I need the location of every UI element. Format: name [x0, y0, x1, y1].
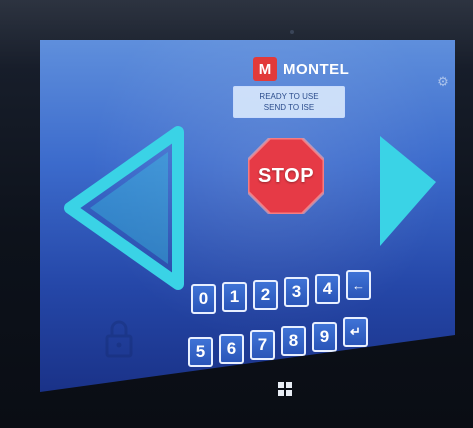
key-1[interactable]: 1: [222, 282, 247, 312]
status-line-1: READY TO USE: [259, 92, 319, 101]
key-2[interactable]: 2: [253, 280, 278, 310]
right-arrow-button[interactable]: [380, 136, 436, 246]
stop-label: STOP: [257, 164, 315, 187]
brand-logo-icon: M: [253, 57, 277, 81]
camera-lens: [290, 30, 294, 34]
windows-logo-icon[interactable]: [278, 382, 292, 396]
brand-name: MONTEL: [283, 60, 350, 78]
key-5[interactable]: 5: [188, 337, 213, 367]
key-7[interactable]: 7: [250, 330, 275, 360]
lock-icon[interactable]: [104, 318, 134, 358]
key-6[interactable]: 6: [219, 334, 244, 364]
status-display: READY TO USE SEND TO ISE: [233, 86, 345, 118]
key-3[interactable]: 3: [284, 277, 309, 307]
status-line-2: SEND TO ISE: [263, 103, 315, 112]
brand-header: M MONTEL: [253, 56, 349, 82]
key-4[interactable]: 4: [315, 274, 340, 304]
enter-key[interactable]: ↵: [343, 317, 368, 347]
gear-icon[interactable]: ⚙: [436, 76, 450, 90]
touch-screen: M MONTEL READY TO USE SEND TO ISE ⚙ STOP…: [40, 40, 455, 392]
stop-button[interactable]: STOP: [248, 138, 324, 214]
key-0[interactable]: 0: [191, 284, 216, 314]
key-9[interactable]: 9: [312, 322, 337, 352]
backspace-key[interactable]: ←: [346, 270, 371, 300]
key-8[interactable]: 8: [281, 326, 306, 356]
